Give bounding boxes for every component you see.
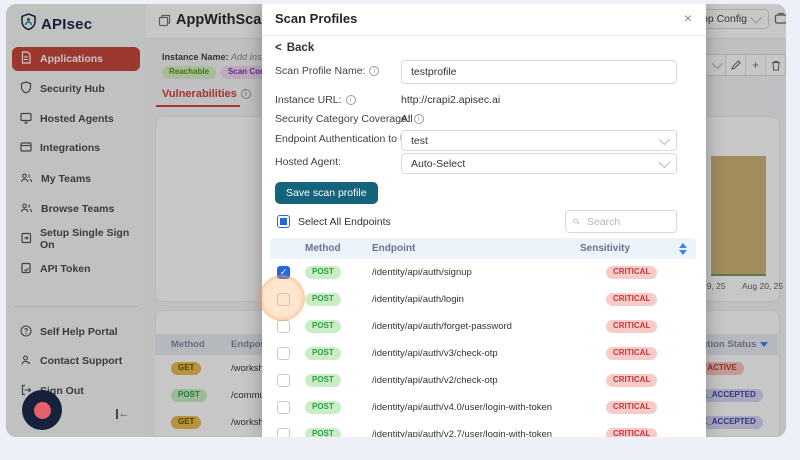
endpoint-row[interactable]: POST /identity/api/auth/v3/check-otp CRI… bbox=[270, 340, 696, 368]
save-scan-profile-button[interactable]: Save scan profile bbox=[275, 182, 378, 204]
field-label: Instance URL: bbox=[275, 94, 342, 106]
select-all-endpoints[interactable]: Select All Endpoints bbox=[277, 215, 391, 228]
info-icon: i bbox=[414, 114, 424, 124]
method-badge: POST bbox=[305, 320, 341, 333]
coverage-value: All bbox=[401, 113, 413, 125]
col-endpoint: Endpoint bbox=[372, 243, 580, 254]
endpoint-cell: /identity/api/auth/v2/check-otp bbox=[372, 375, 606, 386]
sensitivity-badge: CRITICAL bbox=[606, 320, 657, 333]
row-checkbox[interactable] bbox=[277, 320, 290, 333]
sensitivity-badge: CRITICAL bbox=[606, 266, 657, 279]
search-icon bbox=[573, 216, 580, 227]
field-label: Security Category Coverage: bbox=[275, 113, 410, 125]
method-badge: POST bbox=[305, 428, 341, 437]
endpoint-row[interactable]: POST /identity/api/auth/v2.7/user/login-… bbox=[270, 421, 696, 437]
info-icon: i bbox=[346, 95, 356, 105]
sensitivity-badge: CRITICAL bbox=[606, 374, 657, 387]
info-icon: i bbox=[369, 66, 379, 76]
endpoint-row[interactable]: POST /identity/api/auth/forget-password … bbox=[270, 313, 696, 341]
select-all-checkbox[interactable] bbox=[277, 215, 290, 228]
sort-control[interactable] bbox=[670, 243, 696, 255]
scan-profiles-modal: Scan Profiles × < Back Scan Profile Name… bbox=[262, 4, 706, 437]
row-checkbox[interactable] bbox=[277, 401, 290, 414]
indeterminate-mark bbox=[280, 218, 287, 225]
instance-url-label: Instance URL: i bbox=[275, 94, 356, 106]
back-chevron-icon: < bbox=[275, 42, 282, 54]
method-badge: POST bbox=[305, 266, 341, 279]
endpoint-cell: /identity/api/auth/login bbox=[372, 294, 606, 305]
row-checkbox[interactable] bbox=[277, 347, 290, 360]
sort-down-icon bbox=[679, 250, 687, 255]
record-dot-icon bbox=[34, 402, 51, 419]
field-label: Scan Profile Name: bbox=[275, 65, 365, 77]
field-label: Endpoint Authentication to Use: bbox=[275, 133, 422, 145]
hosted-agent-label: Hosted Agent: bbox=[275, 156, 341, 168]
endpoint-cell: /identity/api/auth/v2.7/user/login-with-… bbox=[372, 429, 606, 437]
back-button[interactable]: < Back bbox=[275, 42, 314, 54]
sensitivity-badge: CRITICAL bbox=[606, 428, 657, 437]
select-value: test bbox=[411, 135, 428, 147]
endpoint-auth-select[interactable]: test bbox=[401, 130, 677, 151]
method-badge: POST bbox=[305, 401, 341, 414]
select-value: Auto-Select bbox=[411, 158, 465, 170]
row-checkbox[interactable] bbox=[277, 374, 290, 387]
scan-profile-name-input[interactable] bbox=[401, 60, 677, 84]
col-method: Method bbox=[305, 243, 372, 254]
close-icon[interactable]: × bbox=[680, 10, 696, 26]
instance-url-value: http://crapi2.apisec.ai bbox=[401, 94, 500, 106]
col-sensitivity: Sensitivity bbox=[580, 243, 670, 254]
select-all-label: Select All Endpoints bbox=[298, 216, 391, 228]
modal-title: Scan Profiles bbox=[275, 11, 357, 26]
sensitivity-badge: CRITICAL bbox=[606, 401, 657, 414]
hosted-agent-select[interactable]: Auto-Select bbox=[401, 153, 677, 174]
endpoint-cell: /identity/api/auth/v3/check-otp bbox=[372, 348, 606, 359]
click-highlight-ring bbox=[259, 275, 305, 321]
back-label: Back bbox=[287, 42, 315, 54]
endpoint-search[interactable] bbox=[565, 210, 677, 233]
method-badge: POST bbox=[305, 374, 341, 387]
search-input[interactable] bbox=[585, 215, 669, 229]
app-window: APIsec Applications Security Hub Hosted … bbox=[6, 4, 786, 437]
sensitivity-badge: CRITICAL bbox=[606, 347, 657, 360]
chevron-down-icon bbox=[659, 133, 670, 144]
chevron-down-icon bbox=[659, 156, 670, 167]
endpoint-row[interactable]: ✓ POST /identity/api/auth/signup CRITICA… bbox=[270, 259, 696, 287]
field-label: Hosted Agent: bbox=[275, 156, 341, 168]
screen-recorder-button[interactable] bbox=[22, 390, 62, 430]
sort-up-icon bbox=[679, 243, 687, 248]
row-checkbox[interactable] bbox=[277, 428, 290, 437]
endpoints-table-header: Method Endpoint Sensitivity bbox=[270, 238, 696, 259]
endpoint-row[interactable]: POST /identity/api/auth/v4.0/user/login-… bbox=[270, 394, 696, 422]
method-badge: POST bbox=[305, 347, 341, 360]
endpoint-row[interactable]: POST /identity/api/auth/login CRITICAL bbox=[270, 286, 696, 314]
sensitivity-badge: CRITICAL bbox=[606, 293, 657, 306]
endpoint-cell: /identity/api/auth/forget-password bbox=[372, 321, 606, 332]
endpoint-row[interactable]: POST /identity/api/auth/v2/check-otp CRI… bbox=[270, 367, 696, 395]
scan-profile-name-label: Scan Profile Name: i bbox=[275, 65, 379, 77]
endpoint-cell: /identity/api/auth/signup bbox=[372, 267, 606, 278]
method-badge: POST bbox=[305, 293, 341, 306]
endpoint-cell: /identity/api/auth/v4.0/user/login-with-… bbox=[372, 402, 606, 413]
